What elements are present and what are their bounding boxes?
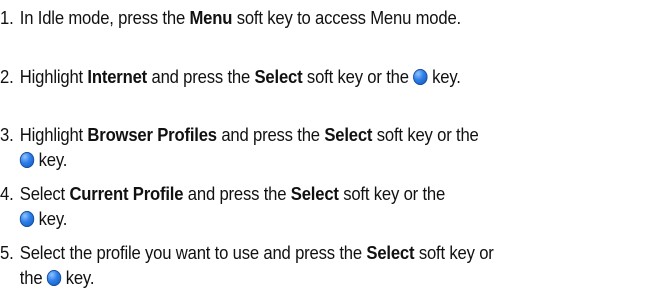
- step-1: 1. In Idle mode, press the Menu soft key …: [0, 5, 588, 30]
- step-text: and press the: [216, 124, 325, 145]
- step-number: 1.: [0, 7, 14, 28]
- step-text: soft key to access Menu mode.: [232, 7, 461, 28]
- menu-term: Menu: [189, 7, 233, 28]
- step-5: 5. Select the profile you want to use and…: [0, 240, 588, 290]
- step-text: In Idle mode, press the: [19, 7, 190, 28]
- step-text: soft key or: [414, 242, 494, 263]
- blue-circle-key-icon: [413, 69, 428, 85]
- step-2: 2. Highlight Internet and press the Selec…: [0, 64, 588, 89]
- step-4: 4. Select Current Profile and press the S…: [0, 181, 588, 231]
- step-text: and press the: [183, 183, 291, 204]
- step-number: 2.: [0, 66, 14, 87]
- internet-term: Internet: [87, 66, 148, 87]
- select-term: Select: [290, 183, 339, 204]
- blue-circle-key-icon: [46, 270, 62, 286]
- step-number: 4.: [0, 183, 14, 204]
- step-number: 3.: [0, 124, 14, 145]
- step-text: soft key or the: [302, 66, 414, 87]
- step-text: Select: [19, 183, 70, 204]
- blue-circle-key-icon: [19, 211, 35, 227]
- step-text: Select the profile you want to use and p…: [19, 242, 367, 263]
- step-text: and press the: [147, 66, 255, 87]
- step-number: 5.: [0, 242, 14, 263]
- step-3: 3. Highlight Browser Profiles and press t…: [0, 122, 588, 172]
- step-text: Highlight: [19, 66, 88, 87]
- step-text: the: [19, 267, 47, 288]
- select-term: Select: [366, 242, 415, 263]
- select-term: Select: [324, 124, 373, 145]
- step-text: key.: [34, 208, 68, 229]
- step-text: key.: [427, 66, 461, 87]
- browser-profiles-term: Browser Profiles: [87, 124, 217, 145]
- blue-circle-key-icon: [19, 152, 35, 168]
- current-profile-term: Current Profile: [69, 183, 184, 204]
- step-text: Highlight: [19, 124, 88, 145]
- select-term: Select: [254, 66, 303, 87]
- step-text: soft key or the: [338, 183, 446, 204]
- step-text: key.: [61, 267, 95, 288]
- step-text: key.: [34, 149, 68, 170]
- step-text: soft key or the: [372, 124, 479, 145]
